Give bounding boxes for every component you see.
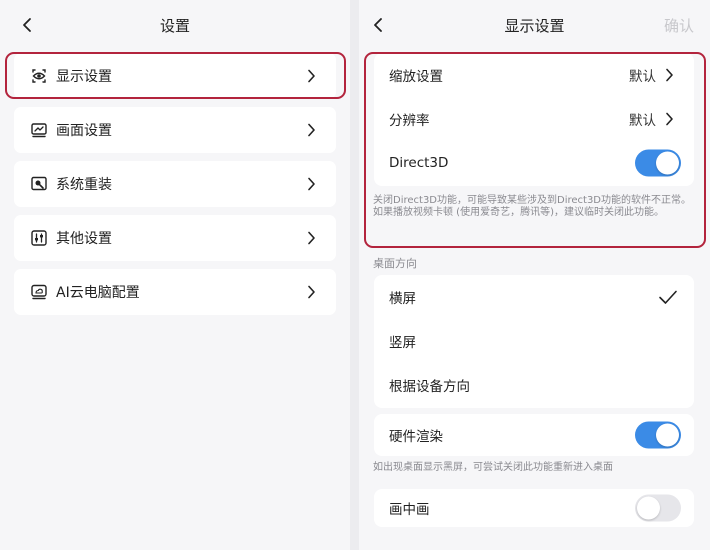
chevron-right-icon xyxy=(304,69,318,83)
toggle-knob xyxy=(656,151,679,175)
pip-label: 画中画 xyxy=(389,502,430,518)
orientation-option-auto[interactable]: 根据设备方向 xyxy=(374,363,694,407)
orientation-option-label: 根据设备方向 xyxy=(389,379,470,395)
pip-toggle[interactable] xyxy=(635,494,681,522)
chevron-right-icon xyxy=(662,112,676,126)
chevron-right-icon xyxy=(662,68,676,82)
menu-item-label: 显示设置 xyxy=(56,69,112,85)
display-options-card: 缩放设置 默认 分辨率 默认 Direct3D xyxy=(374,53,694,186)
hardware-render-label: 硬件渲染 xyxy=(389,429,443,445)
resolution-value: 默认 xyxy=(629,113,656,129)
hardware-render-row: 硬件渲染 xyxy=(374,414,694,456)
monitor-chart-icon xyxy=(30,121,48,139)
scale-settings-label: 缩放设置 xyxy=(389,69,443,85)
orientation-option-label: 竖屏 xyxy=(389,335,416,351)
pip-row: 画中画 xyxy=(374,489,694,527)
direct3d-note: 关闭Direct3D功能，可能导致某些涉及到Direct3D功能的软件不正常。如… xyxy=(373,195,692,218)
scale-settings-value: 默认 xyxy=(629,69,656,85)
orientation-card: 横屏 竖屏 根据设备方向 xyxy=(374,275,694,408)
display-settings-panel: 显示设置 确认 缩放设置 默认 分辨率 默认 Direct3D 关闭Direct… xyxy=(359,0,710,550)
menu-item-picture-settings[interactable]: 画面设置 xyxy=(14,107,336,153)
chevron-right-icon xyxy=(304,177,318,191)
menu-item-label: 系统重装 xyxy=(56,177,112,193)
resolution-label: 分辨率 xyxy=(389,113,430,129)
orientation-section-label: 桌面方向 xyxy=(373,257,417,270)
confirm-button[interactable]: 确认 xyxy=(664,15,694,36)
hardware-render-card: 硬件渲染 xyxy=(374,414,694,456)
settings-navbar: 设置 xyxy=(0,0,350,52)
orientation-option-portrait[interactable]: 竖屏 xyxy=(374,319,694,363)
direct3d-toggle[interactable] xyxy=(635,149,681,177)
menu-item-display-settings[interactable]: 显示设置 xyxy=(14,53,336,99)
sliders-icon xyxy=(30,229,48,247)
direct3d-row: Direct3D xyxy=(374,141,694,185)
chevron-right-icon xyxy=(304,123,318,137)
eye-icon xyxy=(30,67,48,85)
orientation-option-landscape[interactable]: 横屏 xyxy=(374,275,694,319)
hardware-render-toggle[interactable] xyxy=(635,421,681,449)
hardware-render-note: 如出现桌面显示黑屏，可尝试关闭此功能重新进入桌面 xyxy=(373,462,613,473)
pip-card: 画中画 xyxy=(374,489,694,527)
page-title: 设置 xyxy=(159,17,190,35)
chevron-right-icon xyxy=(304,231,318,245)
menu-item-label: 画面设置 xyxy=(56,123,112,139)
menu-item-label: AI云电脑配置 xyxy=(56,285,140,301)
scale-settings-row[interactable]: 缩放设置 默认 xyxy=(374,53,694,97)
direct3d-label: Direct3D xyxy=(389,155,449,171)
menu-item-ai-cloud-pc[interactable]: AI云电脑配置 xyxy=(14,269,336,315)
checkmark-icon xyxy=(659,290,677,304)
chevron-right-icon xyxy=(304,285,318,299)
toggle-knob xyxy=(637,496,660,520)
resolution-row[interactable]: 分辨率 默认 xyxy=(374,97,694,141)
toggle-knob xyxy=(656,423,679,447)
menu-item-other-settings[interactable]: 其他设置 xyxy=(14,215,336,261)
system-reinstall-icon xyxy=(30,175,48,193)
cloud-computer-icon xyxy=(30,283,48,301)
menu-item-system-reinstall[interactable]: 系统重装 xyxy=(14,161,336,207)
page-title: 显示设置 xyxy=(504,17,565,35)
settings-panel: 设置 显示设置 画面设置 系统重装 其他设置 AI云电脑配置 xyxy=(0,0,350,550)
menu-item-label: 其他设置 xyxy=(56,231,112,247)
display-settings-navbar: 显示设置 确认 xyxy=(359,0,710,52)
orientation-option-label: 横屏 xyxy=(389,291,416,307)
